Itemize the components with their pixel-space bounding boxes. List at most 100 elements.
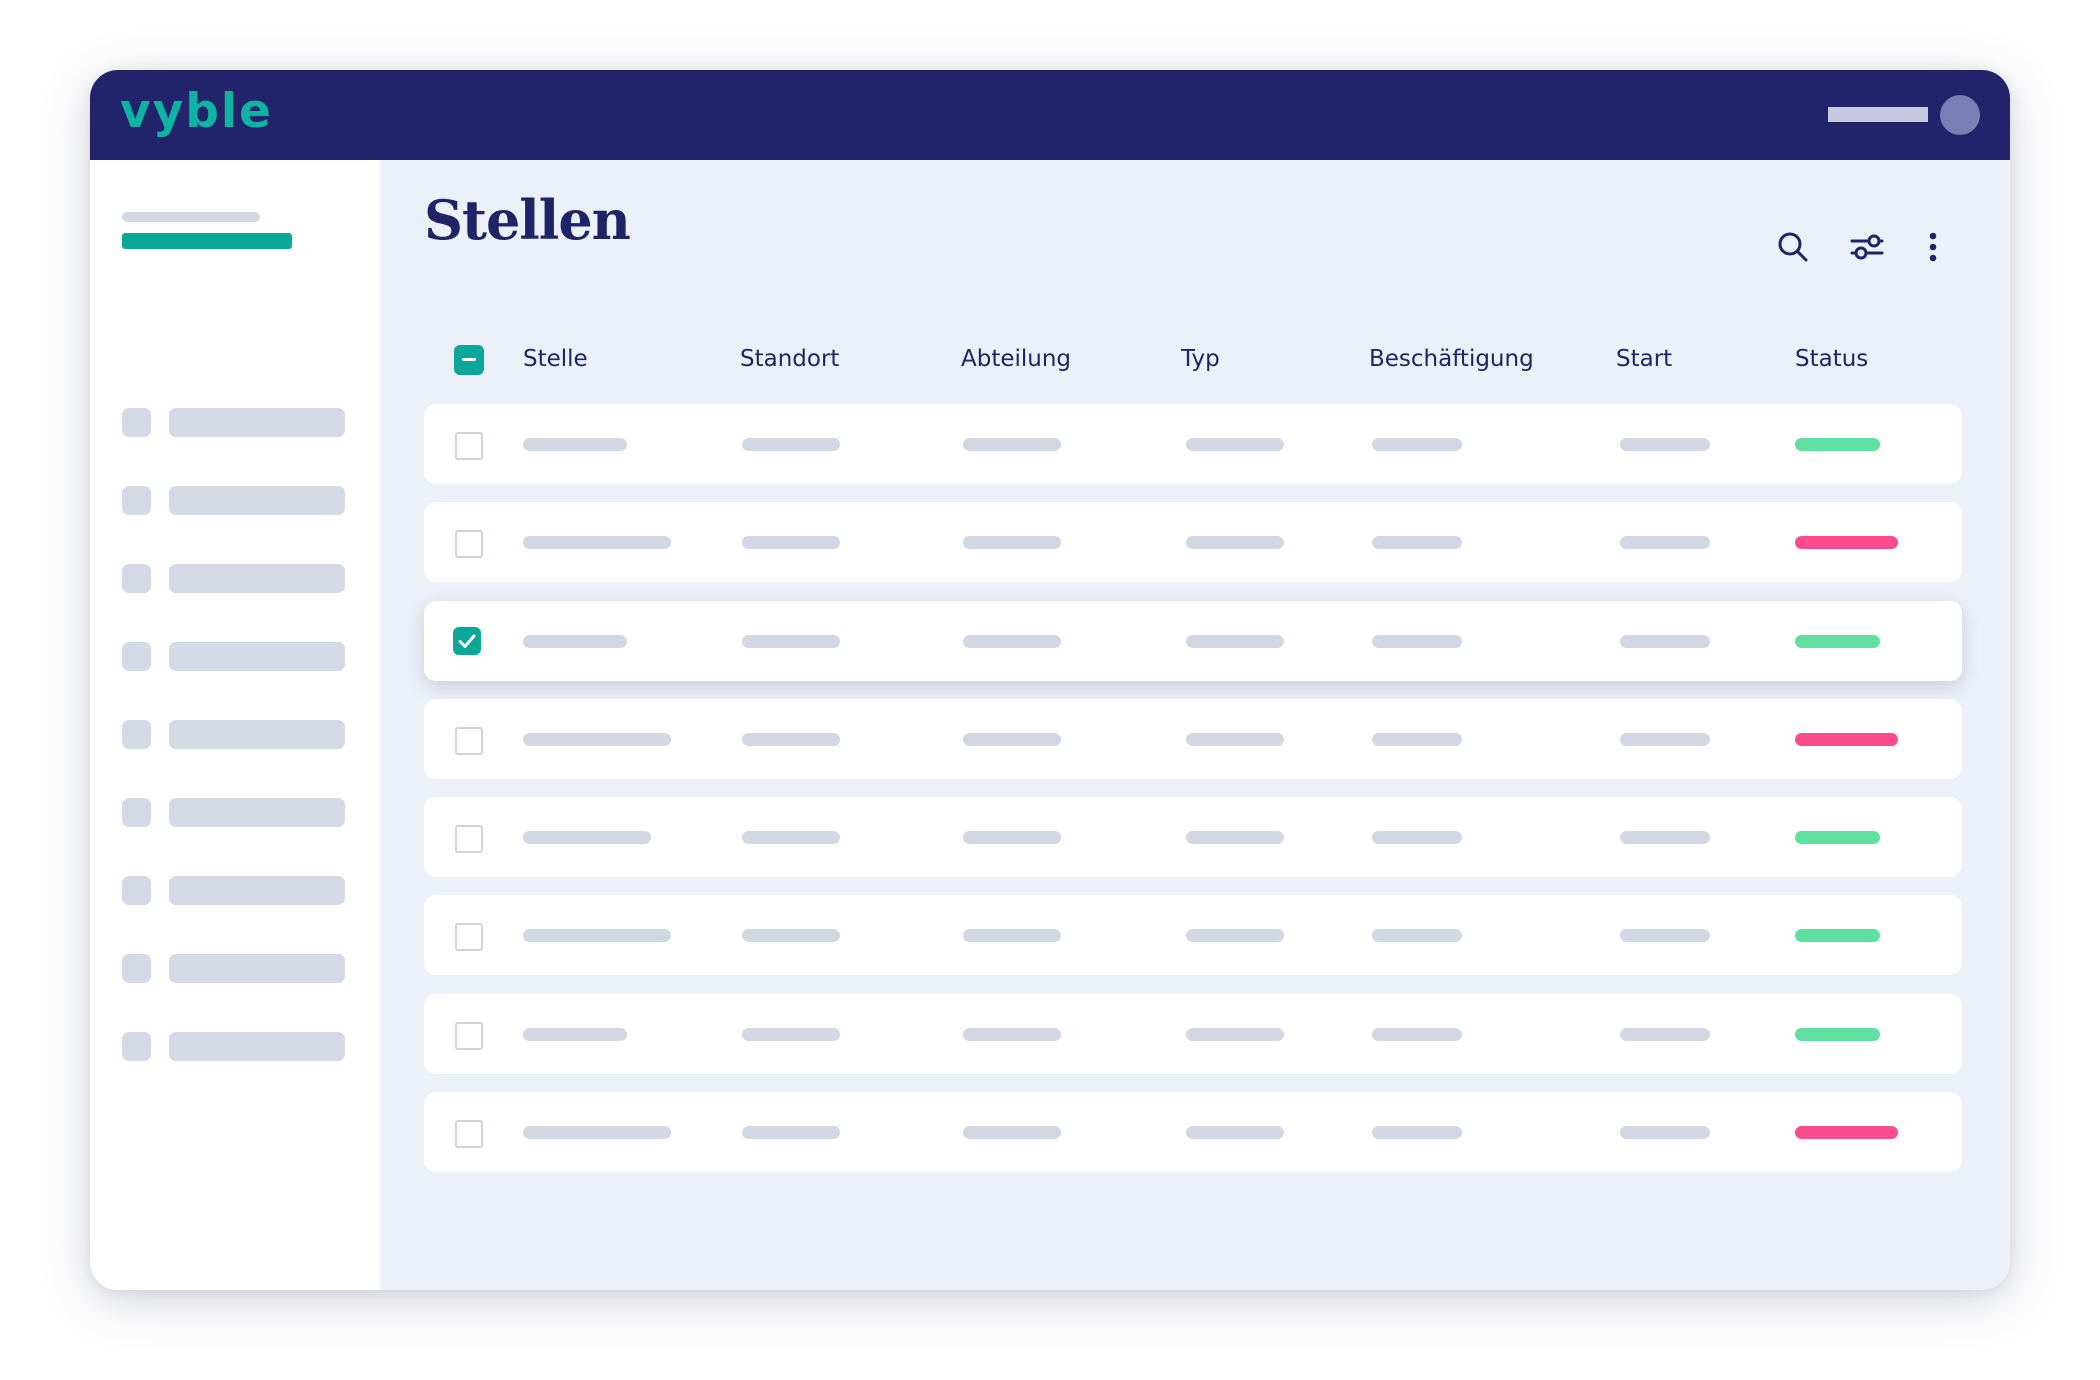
cell-stelle-placeholder <box>523 635 627 648</box>
sidebar-item-icon <box>122 798 151 827</box>
sidebar-item-icon <box>122 720 151 749</box>
cell-standort-placeholder <box>742 831 840 844</box>
status-badge-active <box>1795 438 1880 451</box>
cell-standort-placeholder <box>742 1126 840 1139</box>
sidebar-header-placeholder <box>122 212 260 222</box>
sidebar-item[interactable] <box>122 1032 352 1062</box>
cell-beschaeftigung-placeholder <box>1372 733 1462 746</box>
column-header-stelle[interactable]: Stelle <box>523 346 588 372</box>
column-header-typ[interactable]: Typ <box>1181 346 1220 372</box>
cell-typ-placeholder <box>1186 536 1284 549</box>
cell-stelle-placeholder <box>523 438 627 451</box>
user-avatar[interactable] <box>1940 95 1980 135</box>
sidebar-item-icon <box>122 408 151 437</box>
sidebar-item[interactable] <box>122 408 352 438</box>
cell-stelle-placeholder <box>523 733 671 746</box>
cell-abteilung-placeholder <box>963 831 1061 844</box>
sidebar-item[interactable] <box>122 486 352 516</box>
column-header-status[interactable]: Status <box>1795 346 1868 372</box>
filter-sliders-icon <box>1850 234 1884 260</box>
table-row[interactable] <box>424 895 1962 975</box>
user-name-placeholder[interactable] <box>1828 107 1928 122</box>
status-badge-active <box>1795 1028 1880 1041</box>
sidebar-item-icon <box>122 486 151 515</box>
cell-typ-placeholder <box>1186 733 1284 746</box>
filter-button[interactable] <box>1845 225 1889 269</box>
search-button[interactable] <box>1771 225 1815 269</box>
cell-typ-placeholder <box>1186 1126 1284 1139</box>
top-bar: vyble <box>90 70 2010 160</box>
row-checkbox[interactable] <box>455 530 483 558</box>
cell-standort-placeholder <box>742 536 840 549</box>
cell-start-placeholder <box>1620 438 1710 451</box>
cell-beschaeftigung-placeholder <box>1372 831 1462 844</box>
cell-beschaeftigung-placeholder <box>1372 929 1462 942</box>
table-row[interactable] <box>424 404 1962 484</box>
sidebar-item[interactable] <box>122 720 352 750</box>
cell-typ-placeholder <box>1186 831 1284 844</box>
sidebar-item-label <box>169 954 345 983</box>
cell-abteilung-placeholder <box>963 635 1061 648</box>
sidebar-item-icon <box>122 954 151 983</box>
column-header-standort[interactable]: Standort <box>740 346 839 372</box>
cell-beschaeftigung-placeholder <box>1372 1126 1462 1139</box>
sidebar-item-label <box>169 1032 345 1061</box>
sidebar-item[interactable] <box>122 798 352 828</box>
cell-standort-placeholder <box>742 438 840 451</box>
table-row[interactable] <box>424 994 1962 1074</box>
more-vertical-icon <box>1929 232 1937 262</box>
sidebar-item[interactable] <box>122 876 352 906</box>
search-icon <box>1778 232 1808 262</box>
cell-start-placeholder <box>1620 1028 1710 1041</box>
row-checkbox[interactable] <box>453 627 481 655</box>
row-checkbox[interactable] <box>455 1120 483 1148</box>
sidebar-item[interactable] <box>122 642 352 672</box>
sidebar-active-indicator <box>122 233 292 249</box>
more-options-button[interactable] <box>1911 225 1955 269</box>
cell-beschaeftigung-placeholder <box>1372 1028 1462 1041</box>
cell-start-placeholder <box>1620 536 1710 549</box>
table-row[interactable] <box>424 601 1962 681</box>
sidebar-item-label <box>169 642 345 671</box>
column-header-start[interactable]: Start <box>1616 346 1672 372</box>
cell-beschaeftigung-placeholder <box>1372 438 1462 451</box>
sidebar-item-icon <box>122 642 151 671</box>
sidebar-item-label <box>169 798 345 827</box>
sidebar-item-label <box>169 564 345 593</box>
row-checkbox[interactable] <box>455 1022 483 1050</box>
cell-abteilung-placeholder <box>963 1126 1061 1139</box>
column-header-abteilung[interactable]: Abteilung <box>961 346 1071 372</box>
cell-abteilung-placeholder <box>963 438 1061 451</box>
cell-stelle-placeholder <box>523 1126 671 1139</box>
table-row[interactable] <box>424 797 1962 877</box>
cell-standort-placeholder <box>742 929 840 942</box>
row-checkbox[interactable] <box>455 432 483 460</box>
table-row[interactable] <box>424 502 1962 582</box>
cell-start-placeholder <box>1620 733 1710 746</box>
column-header-beschaeftigung[interactable]: Beschäftigung <box>1369 346 1534 372</box>
sidebar-item-label <box>169 408 345 437</box>
sidebar-item-label <box>169 486 345 515</box>
cell-beschaeftigung-placeholder <box>1372 635 1462 648</box>
vyble-logo[interactable]: vyble <box>120 84 273 139</box>
sidebar-item[interactable] <box>122 954 352 984</box>
cell-start-placeholder <box>1620 1126 1710 1139</box>
cell-standort-placeholder <box>742 733 840 746</box>
row-checkbox[interactable] <box>455 825 483 853</box>
select-all-checkbox[interactable] <box>454 345 484 375</box>
cell-abteilung-placeholder <box>963 536 1061 549</box>
status-badge-active <box>1795 831 1880 844</box>
status-badge-active <box>1795 929 1880 942</box>
table-row[interactable] <box>424 1092 1962 1172</box>
status-badge-active <box>1795 635 1880 648</box>
status-badge-inactive <box>1795 536 1898 549</box>
cell-typ-placeholder <box>1186 929 1284 942</box>
row-checkbox[interactable] <box>455 727 483 755</box>
sidebar-item[interactable] <box>122 564 352 594</box>
cell-typ-placeholder <box>1186 438 1284 451</box>
cell-stelle-placeholder <box>523 929 671 942</box>
row-checkbox[interactable] <box>455 923 483 951</box>
cell-abteilung-placeholder <box>963 1028 1061 1041</box>
table-row[interactable] <box>424 699 1962 779</box>
cell-stelle-placeholder <box>523 831 651 844</box>
